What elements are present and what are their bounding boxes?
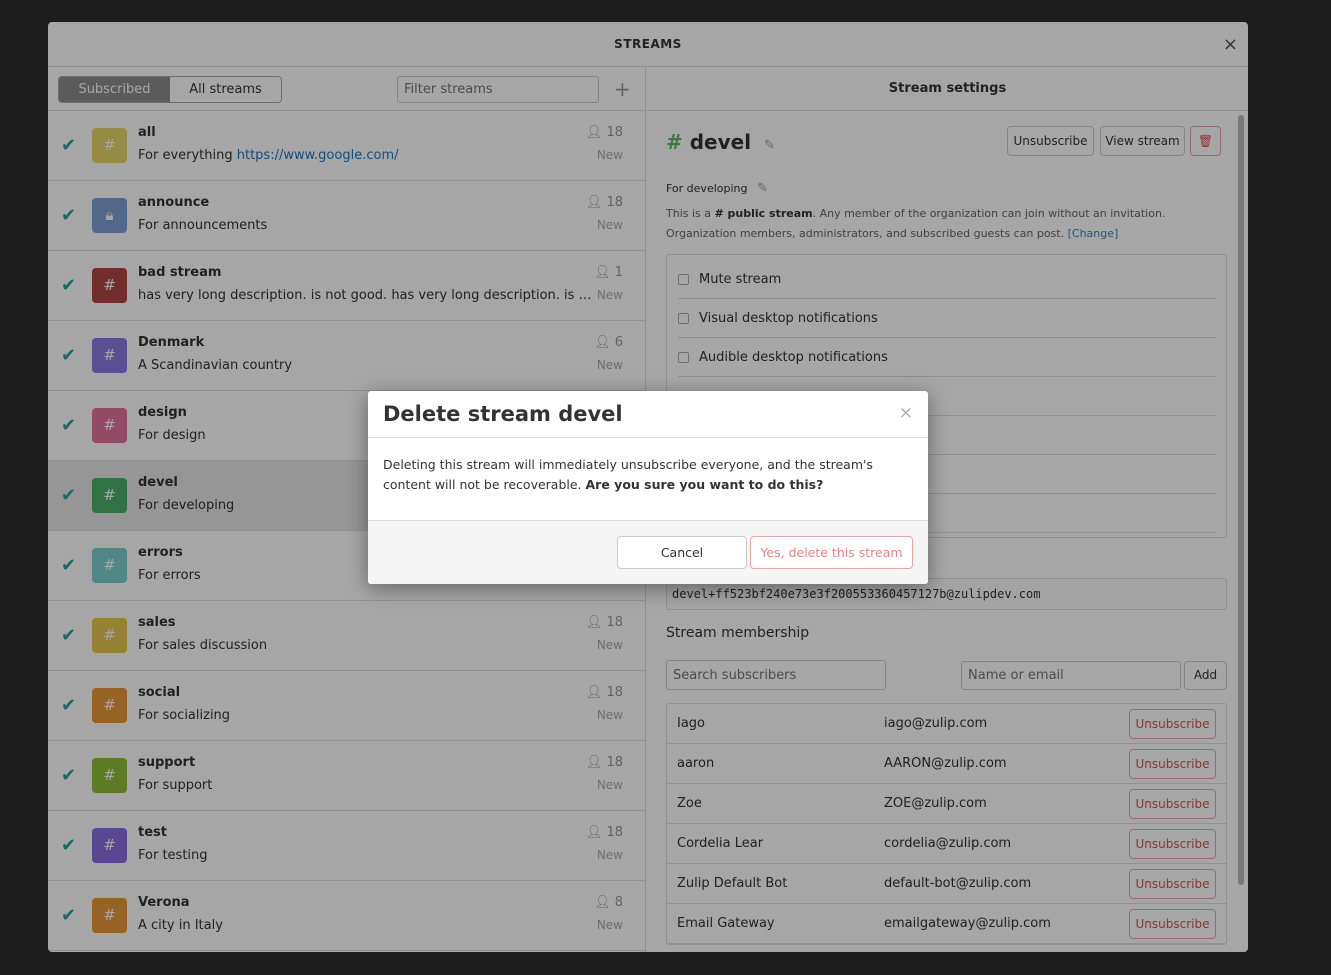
delete-stream-modal: Delete stream devel × Deleting this stre… <box>368 391 928 584</box>
confirm-delete-button[interactable]: Yes, delete this stream <box>750 536 913 569</box>
modal-title: Delete stream devel <box>383 402 623 426</box>
close-icon[interactable]: × <box>899 403 913 423</box>
modal-header: Delete stream devel × <box>368 391 928 438</box>
modal-body-question: Are you sure you want to do this? <box>585 477 824 492</box>
modal-footer: Cancel Yes, delete this stream <box>368 520 928 584</box>
cancel-button[interactable]: Cancel <box>617 536 747 569</box>
modal-body: Deleting this stream will immediately un… <box>383 455 913 495</box>
